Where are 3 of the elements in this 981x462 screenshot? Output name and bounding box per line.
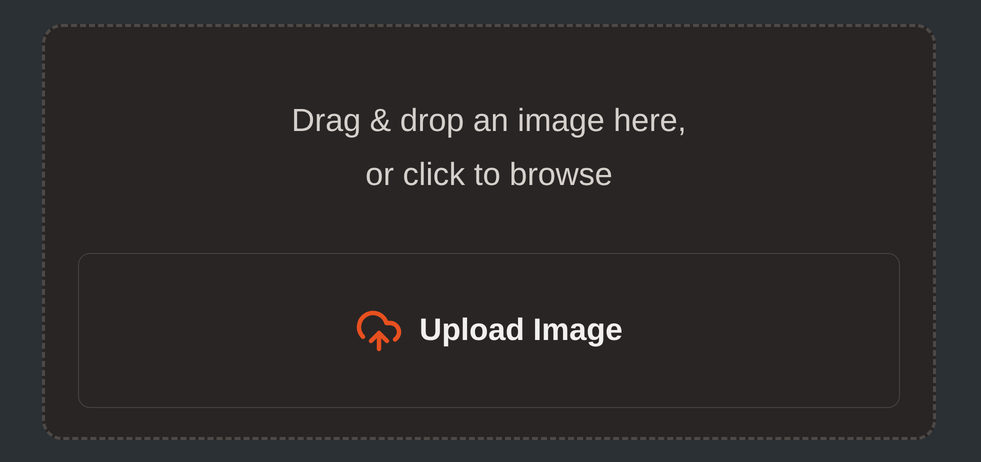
upload-button[interactable]: Upload Image	[78, 253, 900, 408]
drop-instructions: Drag & drop an image here, or click to browse	[292, 101, 686, 194]
drop-zone[interactable]: Drag & drop an image here, or click to browse Upload Image	[42, 24, 936, 440]
